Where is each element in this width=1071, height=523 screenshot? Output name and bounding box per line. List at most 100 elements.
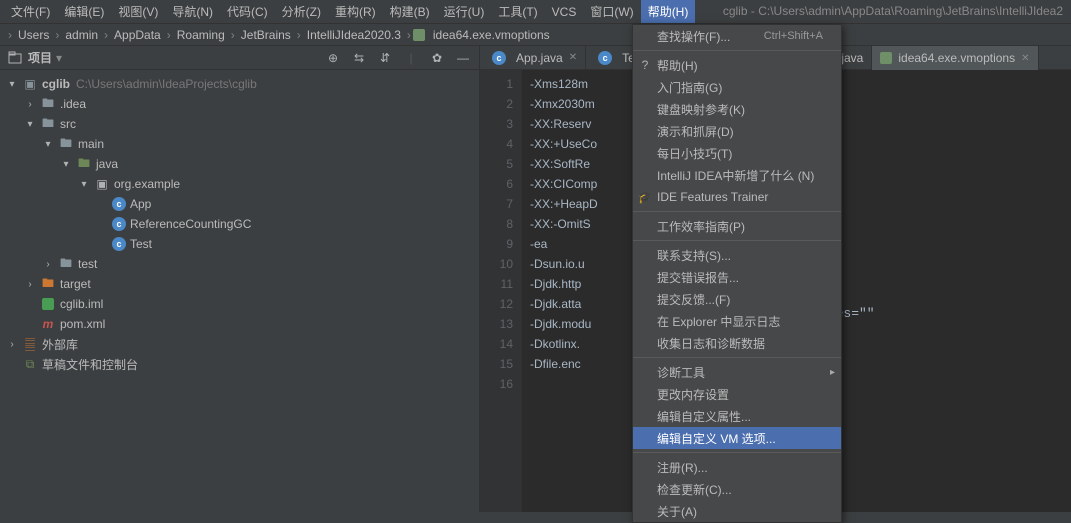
menu-build[interactable]: 构建(B) <box>383 0 437 23</box>
menu-file[interactable]: 文件(F) <box>4 0 57 23</box>
menu-item-label: 帮助(H) <box>657 57 698 74</box>
tree-external[interactable]: › 𝄛 外部库 <box>0 334 479 354</box>
menu-item-label: 编辑自定义 VM 选项... <box>657 430 776 447</box>
divider: | <box>403 50 419 66</box>
menu-view[interactable]: 视图(V) <box>111 0 165 23</box>
menu-run[interactable]: 运行(U) <box>437 0 492 23</box>
tree-root[interactable]: ▾ ▣ cglib C:\Users\admin\IdeaProjects\cg… <box>0 74 479 94</box>
help-tip[interactable]: 每日小技巧(T) <box>633 142 841 164</box>
crumb-appdata[interactable]: AppData <box>110 28 165 42</box>
tab-app[interactable]: c App.java ✕ <box>480 46 586 70</box>
help-contact[interactable]: 联系支持(S)... <box>633 244 841 266</box>
tree-java[interactable]: ▾ 🖿 java <box>0 154 479 174</box>
separator <box>633 240 841 241</box>
chevron-right-icon[interactable]: › <box>24 279 36 290</box>
menu-refactor[interactable]: 重构(R) <box>328 0 383 23</box>
help-demos[interactable]: 演示和抓屏(D) <box>633 120 841 142</box>
menu-help[interactable]: 帮助(H) <box>641 0 696 23</box>
help-register[interactable]: 注册(R)... <box>633 456 841 478</box>
tree-label: org.example <box>114 177 180 191</box>
package-icon: ▣ <box>94 176 110 192</box>
menu-item-label: 检查更新(C)... <box>657 481 732 498</box>
help-getting-started[interactable]: 入门指南(G) <box>633 76 841 98</box>
tree-label: src <box>60 117 76 131</box>
help-change-mem[interactable]: 更改内存设置 <box>633 383 841 405</box>
class-icon: c <box>112 197 126 211</box>
menu-window[interactable]: 窗口(W) <box>583 0 640 23</box>
close-icon[interactable]: ✕ <box>569 52 577 63</box>
chevron-down-icon[interactable]: ▾ <box>42 139 54 150</box>
menu-item-label: 每日小技巧(T) <box>657 145 732 162</box>
help-check-updates[interactable]: 检查更新(C)... <box>633 478 841 500</box>
menu-tools[interactable]: 工具(T) <box>491 0 544 23</box>
menu-code[interactable]: 代码(C) <box>220 0 275 23</box>
chevron-down-icon[interactable]: ▾ <box>56 51 62 65</box>
tree-label: Test <box>130 237 152 251</box>
chevron-down-icon[interactable]: ▾ <box>24 119 36 130</box>
hide-icon[interactable]: — <box>455 50 471 66</box>
collapse-icon[interactable]: ⇵ <box>377 50 393 66</box>
help-submit-feedback[interactable]: 提交反馈...(F) <box>633 288 841 310</box>
question-icon: ? <box>637 58 653 72</box>
chevron-right-icon: › <box>405 28 413 42</box>
tree-main[interactable]: ▾ 🖿 main <box>0 134 479 154</box>
close-icon[interactable]: ✕ <box>1021 53 1029 64</box>
help-collect-logs[interactable]: 收集日志和诊断数据 <box>633 332 841 354</box>
gear-icon[interactable]: ✿ <box>429 50 445 66</box>
menu-analyze[interactable]: 分析(Z) <box>275 0 328 23</box>
locate-icon[interactable]: ⊕ <box>325 50 341 66</box>
crumb-admin[interactable]: admin <box>61 28 102 42</box>
tree-test-dir[interactable]: › 🖿 test <box>0 254 479 274</box>
chevron-down-icon[interactable]: ▾ <box>60 159 72 170</box>
crumb-roaming[interactable]: Roaming <box>173 28 229 42</box>
tab-idea64[interactable]: idea64.exe.vmoptions ✕ <box>872 46 1038 70</box>
help-diagnostic[interactable]: 诊断工具 ▸ <box>633 361 841 383</box>
separator <box>633 452 841 453</box>
help-about[interactable]: 关于(A) <box>633 500 841 522</box>
chevron-right-icon[interactable]: › <box>6 339 18 350</box>
help-features[interactable]: 🎓 IDE Features Trainer <box>633 186 841 208</box>
help-show-log[interactable]: 在 Explorer 中显示日志 <box>633 310 841 332</box>
menu-item-label: IntelliJ IDEA中新增了什么 (N) <box>657 167 814 184</box>
tree-target[interactable]: › 🖿 target <box>0 274 479 294</box>
folder-icon: 🖿 <box>76 156 92 172</box>
menu-vcs[interactable]: VCS <box>545 2 584 22</box>
expand-icon[interactable]: ⇆ <box>351 50 367 66</box>
tree-ref[interactable]: c ReferenceCountingGC <box>0 214 479 234</box>
crumb-users[interactable]: Users <box>14 28 53 42</box>
help-submit-bug[interactable]: 提交错误报告... <box>633 266 841 288</box>
tree-pom[interactable]: m pom.xml <box>0 314 479 334</box>
project-tree[interactable]: ▾ ▣ cglib C:\Users\admin\IdeaProjects\cg… <box>0 70 479 512</box>
chevron-right-icon[interactable]: › <box>42 259 54 270</box>
help-productivity[interactable]: 工作效率指南(P) <box>633 215 841 237</box>
help-find-action[interactable]: 查找操作(F)... Ctrl+Shift+A <box>633 25 841 47</box>
tree-pkg[interactable]: ▾ ▣ org.example <box>0 174 479 194</box>
tree-label: ReferenceCountingGC <box>130 217 251 231</box>
menu-edit[interactable]: 编辑(E) <box>57 0 111 23</box>
chevron-right-icon[interactable]: › <box>24 99 36 110</box>
help-keymap[interactable]: 键盘映射参考(K) <box>633 98 841 120</box>
tree-iml[interactable]: cglib.iml <box>0 294 479 314</box>
tree-src[interactable]: ▾ 🖿 src <box>0 114 479 134</box>
menu-item-label: 更改内存设置 <box>657 386 729 403</box>
help-whatsnew[interactable]: IntelliJ IDEA中新增了什么 (N) <box>633 164 841 186</box>
help-edit-props[interactable]: 编辑自定义属性... <box>633 405 841 427</box>
crumb-idea2020[interactable]: IntelliJIdea2020.3 <box>303 28 405 42</box>
crumb-vmoptions[interactable]: idea64.exe.vmoptions <box>429 28 554 42</box>
tree-test-class[interactable]: c Test <box>0 234 479 254</box>
tree-scratch[interactable]: ⧉ 草稿文件和控制台 <box>0 354 479 374</box>
chevron-down-icon[interactable]: ▾ <box>78 179 90 190</box>
tree-idea[interactable]: › 🖿 .idea <box>0 94 479 114</box>
tree-app[interactable]: c App <box>0 194 479 214</box>
menu-item-label: 联系支持(S)... <box>657 247 731 264</box>
chevron-down-icon[interactable]: ▾ <box>6 79 18 90</box>
menu-item-label: 演示和抓屏(D) <box>657 123 734 140</box>
menu-item-label: IDE Features Trainer <box>657 190 768 204</box>
folder-icon: 🖿 <box>58 256 74 272</box>
menu-navigate[interactable]: 导航(N) <box>165 0 220 23</box>
help-help[interactable]: ? 帮助(H) <box>633 54 841 76</box>
crumb-jetbrains[interactable]: JetBrains <box>237 28 295 42</box>
project-icon <box>8 51 22 65</box>
shortcut: Ctrl+Shift+A <box>764 30 823 42</box>
help-edit-vm[interactable]: 编辑自定义 VM 选项... <box>633 427 841 449</box>
